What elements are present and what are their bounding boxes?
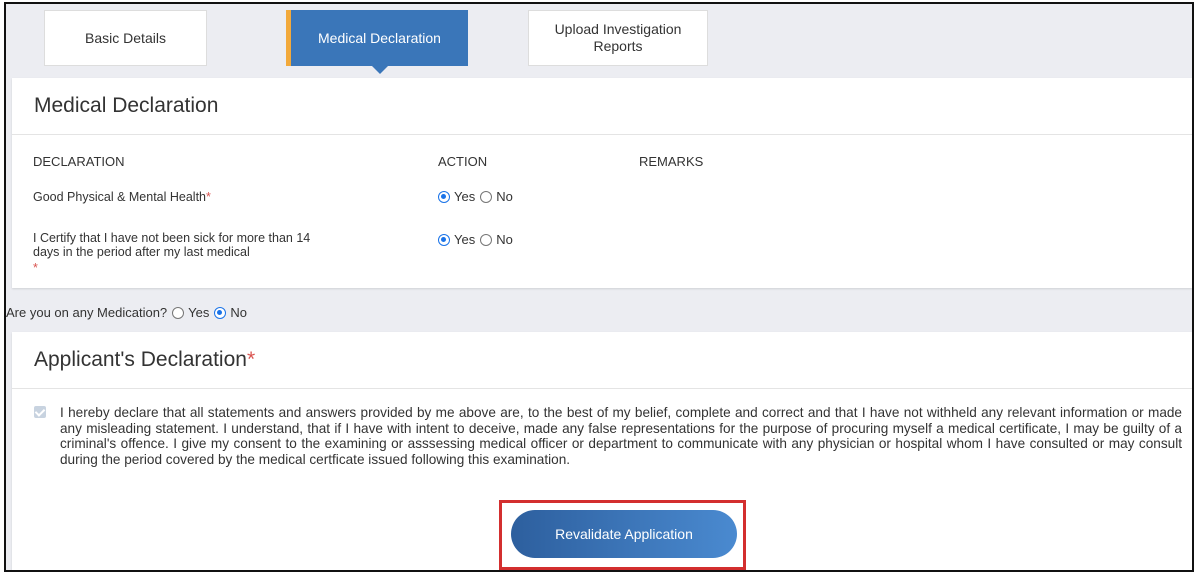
- radio-label-no: No: [230, 305, 247, 320]
- radio-label-yes: Yes: [454, 189, 476, 204]
- tab-label: Basic Details: [85, 29, 166, 46]
- revalidate-application-button[interactable]: Revalidate Application: [511, 510, 737, 558]
- sick-no-radio[interactable]: [480, 233, 493, 246]
- column-header-remarks: REMARKS: [639, 154, 704, 169]
- medication-no-radio[interactable]: [214, 306, 227, 319]
- declaration-row-label: I Certify that I have not been sick for …: [33, 231, 310, 275]
- medication-yes-radio[interactable]: [172, 306, 185, 319]
- medication-label: Are you on any Medication?: [6, 305, 168, 320]
- tab-basic-details[interactable]: Basic Details: [44, 10, 207, 66]
- section-title: Medical Declaration: [12, 78, 1192, 135]
- radio-label-no: No: [496, 189, 513, 204]
- health-yes-radio[interactable]: [438, 190, 450, 203]
- declaration-text: I hereby declare that all statements and…: [60, 405, 1182, 467]
- sick-radio-group: Yes No: [438, 232, 513, 247]
- radio-label-yes: Yes: [188, 305, 210, 320]
- radio-label-yes: Yes: [454, 232, 476, 247]
- health-no-radio[interactable]: [480, 190, 493, 203]
- medication-question: Are you on any Medication? Yes No: [6, 305, 247, 320]
- column-header-action: ACTION: [438, 154, 488, 169]
- medical-declaration-card: Medical Declaration DECLARATION ACTION R…: [12, 78, 1192, 288]
- sick-yes-radio[interactable]: [438, 233, 450, 246]
- tab-upload-investigation-reports[interactable]: Upload Investigation Reports: [528, 10, 708, 66]
- page-frame: Basic Details Medical Declaration Upload…: [4, 2, 1194, 572]
- row-text-line2: days in the period after my last medical: [33, 245, 250, 259]
- column-header-declaration: DECLARATION: [33, 154, 125, 169]
- row-text-line1: I Certify that I have not been sick for …: [33, 231, 311, 245]
- section-title: Applicant's Declaration *: [12, 332, 1192, 389]
- required-mark: *: [206, 190, 211, 204]
- radio-label-no: No: [496, 232, 513, 247]
- required-mark: *: [33, 261, 38, 275]
- declaration-checkbox[interactable]: [34, 406, 46, 418]
- title-text: Applicant's Declaration: [34, 348, 247, 371]
- declaration-row-label: Good Physical & Mental Health*: [33, 190, 211, 204]
- health-radio-group: Yes No: [438, 189, 513, 204]
- tab-label: Medical Declaration: [318, 29, 441, 46]
- tab-label-line2: Reports: [593, 38, 643, 54]
- tab-bar: Basic Details Medical Declaration Upload…: [6, 4, 1192, 78]
- required-mark: *: [246, 348, 256, 371]
- row-text: Good Physical & Mental Health: [33, 190, 207, 204]
- tab-label-line1: Upload Investigation: [554, 21, 682, 37]
- tab-medical-declaration[interactable]: Medical Declaration: [286, 10, 468, 74]
